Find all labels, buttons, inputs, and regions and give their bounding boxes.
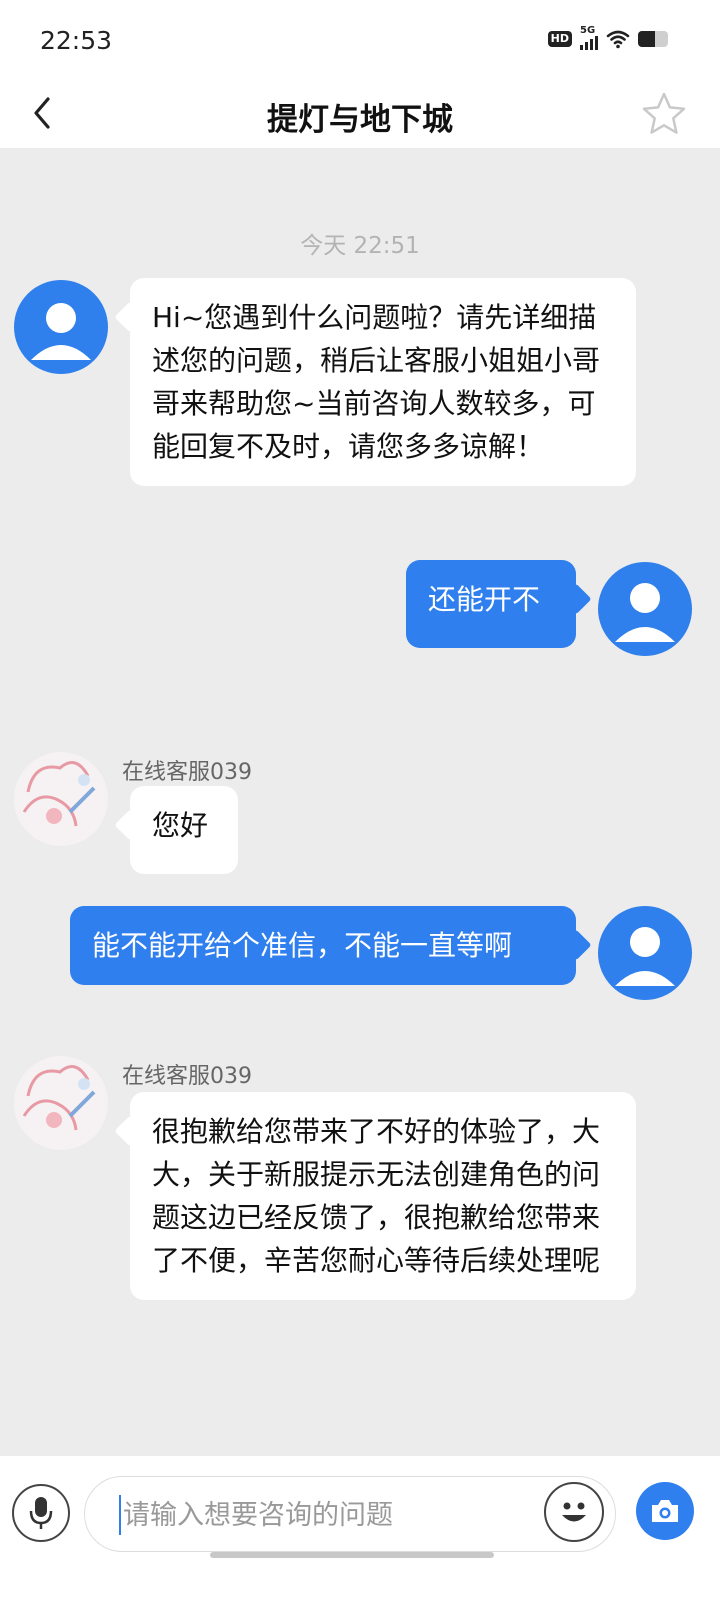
- battery-level: [638, 31, 655, 47]
- camera-icon: [652, 1500, 678, 1522]
- input-bar: [0, 1456, 720, 1600]
- agent-name: 在线客服039: [122, 760, 252, 785]
- system-icons: HD 5G: [547, 25, 668, 50]
- agent-cartoon-icon: [22, 1065, 96, 1131]
- signal-icon: 5G: [580, 25, 598, 50]
- status-bar: 22:53 HD 5G: [0, 0, 720, 80]
- agent-cartoon-icon: [22, 761, 96, 827]
- emoji-icon: [562, 1502, 586, 1522]
- star-outline-icon: [642, 92, 686, 134]
- network-type-label: 5G: [580, 25, 596, 36]
- agent-avatar[interactable]: [14, 1056, 108, 1150]
- message-bubble-user: 能不能开给个准信，不能一直等啊: [70, 906, 576, 985]
- user-avatar[interactable]: [598, 562, 692, 656]
- microphone-icon: [29, 1497, 53, 1529]
- message-bubble-user: 还能开不: [406, 560, 576, 648]
- user-silhouette-icon: [615, 583, 675, 642]
- hd-icon: HD: [547, 31, 572, 47]
- chat-timestamp: 今天 22:51: [300, 233, 420, 259]
- header: 提灯与地下城: [0, 80, 720, 148]
- status-time: 22:53: [40, 26, 113, 55]
- agent-name: 在线客服039: [122, 1064, 252, 1089]
- camera-button[interactable]: [636, 1482, 694, 1540]
- message-bubble-bot: Hi~您遇到什么问题啦？请先详细描述您的问题，稍后让客服小姐姐小哥哥来帮助您~当…: [130, 278, 636, 486]
- favorite-button[interactable]: [636, 86, 692, 142]
- page-title: 提灯与地下城: [267, 102, 453, 138]
- emoji-button[interactable]: [544, 1482, 604, 1542]
- bot-avatar[interactable]: [14, 280, 108, 374]
- agent-avatar[interactable]: [14, 752, 108, 846]
- user-avatar[interactable]: [598, 906, 692, 1000]
- battery-icon: [638, 31, 668, 47]
- message-input[interactable]: [119, 1495, 525, 1535]
- message-bubble-agent: 很抱歉给您带来了不好的体验了，大大，关于新服提示无法创建角色的问题这边已经反馈了…: [130, 1092, 636, 1300]
- wifi-icon: [606, 30, 630, 49]
- user-silhouette-icon: [615, 927, 675, 986]
- message-input-container[interactable]: [84, 1476, 616, 1552]
- chat-area[interactable]: 今天 22:51 Hi~您遇到什么问题啦？请先详细描述您的问题，稍后让客服小姐姐…: [0, 148, 720, 1456]
- home-indicator[interactable]: [210, 1552, 494, 1558]
- user-silhouette-icon: [31, 303, 91, 360]
- message-bubble-agent: 您好: [130, 786, 238, 874]
- voice-input-button[interactable]: [12, 1484, 70, 1542]
